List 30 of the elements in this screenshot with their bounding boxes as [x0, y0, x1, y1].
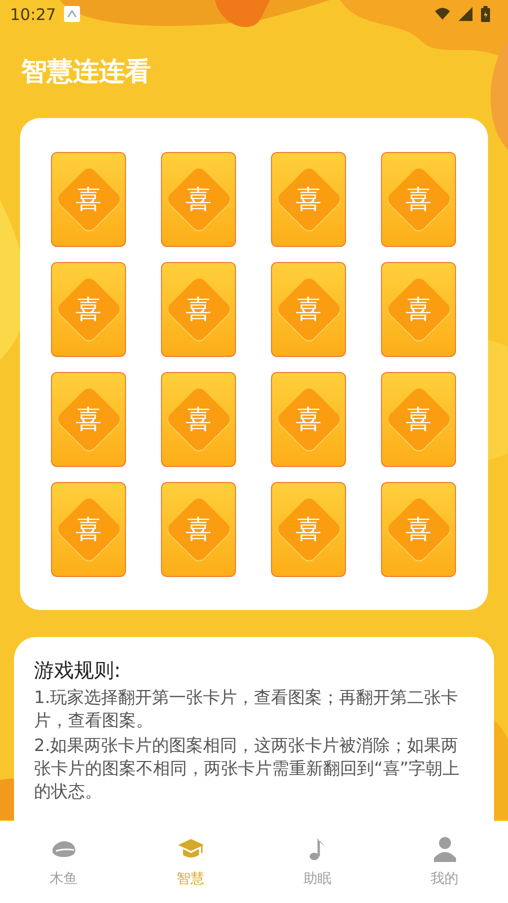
- game-card[interactable]: 喜: [381, 262, 456, 357]
- signal-icon: [458, 7, 473, 21]
- notification-icon: [64, 6, 80, 22]
- game-card[interactable]: 喜: [161, 152, 236, 247]
- nav-tab[interactable]: 我的: [381, 821, 508, 903]
- game-card[interactable]: 喜: [51, 482, 126, 577]
- game-card[interactable]: 喜: [51, 152, 126, 247]
- page-title: 智慧连连看: [21, 56, 152, 89]
- game-card[interactable]: 喜: [271, 482, 346, 577]
- game-card[interactable]: 喜: [381, 482, 456, 577]
- nav-tab[interactable]: 木鱼: [0, 821, 127, 903]
- battery-icon: [481, 6, 490, 22]
- game-card[interactable]: 喜: [271, 372, 346, 467]
- game-card[interactable]: 喜: [271, 152, 346, 247]
- game-card[interactable]: 喜: [381, 372, 456, 467]
- game-card[interactable]: 喜: [271, 262, 346, 357]
- rule-text: 1.玩家选择翻开第一张卡片，查看图案；再翻开第二张卡片，查看图案。: [34, 687, 460, 733]
- game-card[interactable]: 喜: [51, 262, 126, 357]
- game-card[interactable]: 喜: [161, 372, 236, 467]
- nav-tab[interactable]: 助眠: [254, 821, 381, 903]
- mascot-drawing: [215, 0, 270, 28]
- game-card[interactable]: 喜: [161, 262, 236, 357]
- wifi-icon: [435, 7, 450, 21]
- rules-heading: 游戏规则:: [34, 657, 122, 684]
- status-time: 10:27: [10, 4, 56, 24]
- game-card[interactable]: 喜: [51, 372, 126, 467]
- nav-tab[interactable]: 智慧: [127, 821, 254, 903]
- rule-text: 2.如果两张卡片的图案相同，这两张卡片被消除；如果两张卡片的图案不相同，两张卡片需重新翻回到“喜”字朝上的状态。: [34, 735, 461, 804]
- game-card[interactable]: 喜: [161, 482, 236, 577]
- game-card[interactable]: 喜: [381, 152, 456, 247]
